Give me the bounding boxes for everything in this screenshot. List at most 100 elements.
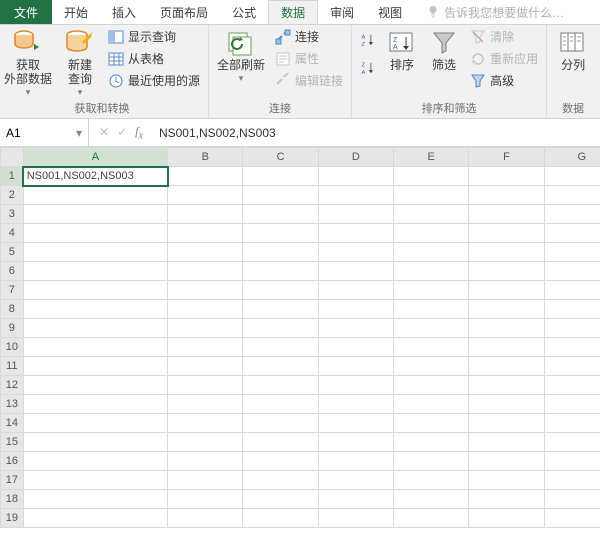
btn-sort-asc[interactable]: AZ [358, 27, 378, 53]
cell-E9[interactable] [394, 319, 469, 338]
cell-B10[interactable] [168, 338, 243, 357]
cell-C10[interactable] [243, 338, 318, 357]
row-header-4[interactable]: 4 [1, 224, 24, 243]
btn-advanced-filter[interactable]: 高级 [468, 71, 540, 90]
cell-A3[interactable] [23, 205, 167, 224]
cell-C7[interactable] [243, 281, 318, 300]
row-header-19[interactable]: 19 [1, 509, 24, 528]
name-box-input[interactable] [0, 126, 70, 140]
cell-A11[interactable] [23, 357, 167, 376]
tab-review[interactable]: 审阅 [318, 0, 366, 24]
cell-G9[interactable] [544, 319, 600, 338]
cell-D15[interactable] [318, 433, 393, 452]
cell-G3[interactable] [544, 205, 600, 224]
cell-F18[interactable] [469, 490, 544, 509]
cell-G7[interactable] [544, 281, 600, 300]
cell-E2[interactable] [394, 186, 469, 205]
cell-B18[interactable] [168, 490, 243, 509]
cell-C18[interactable] [243, 490, 318, 509]
row-header-14[interactable]: 14 [1, 414, 24, 433]
cell-A1[interactable]: NS001,NS002,NS003 [23, 167, 167, 186]
row-header-8[interactable]: 8 [1, 300, 24, 319]
cell-D7[interactable] [318, 281, 393, 300]
btn-properties[interactable]: 属性 [273, 49, 345, 68]
btn-clear-filter[interactable]: 清除 [468, 27, 540, 46]
cell-D3[interactable] [318, 205, 393, 224]
cell-G16[interactable] [544, 452, 600, 471]
tab-insert[interactable]: 插入 [100, 0, 148, 24]
cell-B5[interactable] [168, 243, 243, 262]
cell-G19[interactable] [544, 509, 600, 528]
cell-G10[interactable] [544, 338, 600, 357]
btn-filter[interactable]: 筛选 [426, 27, 462, 73]
cell-B19[interactable] [168, 509, 243, 528]
cell-D13[interactable] [318, 395, 393, 414]
cell-C1[interactable] [243, 167, 318, 186]
cell-F10[interactable] [469, 338, 544, 357]
cell-A16[interactable] [23, 452, 167, 471]
cell-A14[interactable] [23, 414, 167, 433]
cell-B7[interactable] [168, 281, 243, 300]
cell-E8[interactable] [394, 300, 469, 319]
cell-F15[interactable] [469, 433, 544, 452]
cell-B16[interactable] [168, 452, 243, 471]
cell-F6[interactable] [469, 262, 544, 281]
cell-F4[interactable] [469, 224, 544, 243]
btn-sort-desc[interactable]: ZA [358, 55, 378, 81]
cell-E11[interactable] [394, 357, 469, 376]
row-header-13[interactable]: 13 [1, 395, 24, 414]
row-header-17[interactable]: 17 [1, 471, 24, 490]
row-header-12[interactable]: 12 [1, 376, 24, 395]
name-box-dropdown[interactable]: ▾ [70, 126, 88, 140]
cell-C8[interactable] [243, 300, 318, 319]
cell-E12[interactable] [394, 376, 469, 395]
cell-B13[interactable] [168, 395, 243, 414]
tab-file[interactable]: 文件 [0, 0, 52, 24]
cell-F1[interactable] [469, 167, 544, 186]
cell-A13[interactable] [23, 395, 167, 414]
row-header-7[interactable]: 7 [1, 281, 24, 300]
cell-F12[interactable] [469, 376, 544, 395]
cell-G13[interactable] [544, 395, 600, 414]
cell-B17[interactable] [168, 471, 243, 490]
col-header-A[interactable]: A [23, 148, 167, 167]
btn-external-data[interactable]: 获取 外部数据 ▾ [2, 27, 54, 97]
tab-view[interactable]: 视图 [366, 0, 414, 24]
cell-G12[interactable] [544, 376, 600, 395]
tab-formulas[interactable]: 公式 [220, 0, 268, 24]
cell-C17[interactable] [243, 471, 318, 490]
cell-B2[interactable] [168, 186, 243, 205]
btn-text-to-columns[interactable]: 分列 [553, 27, 593, 73]
col-header-D[interactable]: D [318, 148, 393, 167]
btn-recent-sources[interactable]: 最近使用的源 [106, 71, 202, 90]
cell-F13[interactable] [469, 395, 544, 414]
cell-E1[interactable] [394, 167, 469, 186]
cell-G8[interactable] [544, 300, 600, 319]
row-header-3[interactable]: 3 [1, 205, 24, 224]
cell-A4[interactable] [23, 224, 167, 243]
row-header-9[interactable]: 9 [1, 319, 24, 338]
cell-D14[interactable] [318, 414, 393, 433]
btn-from-table[interactable]: 从表格 [106, 49, 202, 68]
cell-F9[interactable] [469, 319, 544, 338]
cell-G11[interactable] [544, 357, 600, 376]
cell-D16[interactable] [318, 452, 393, 471]
row-header-6[interactable]: 6 [1, 262, 24, 281]
cell-D19[interactable] [318, 509, 393, 528]
col-header-G[interactable]: G [544, 148, 600, 167]
cell-D10[interactable] [318, 338, 393, 357]
row-header-16[interactable]: 16 [1, 452, 24, 471]
tab-data[interactable]: 数据 [268, 0, 318, 24]
cell-B3[interactable] [168, 205, 243, 224]
cell-F16[interactable] [469, 452, 544, 471]
cell-A12[interactable] [23, 376, 167, 395]
cell-E7[interactable] [394, 281, 469, 300]
cell-F17[interactable] [469, 471, 544, 490]
tell-me-search[interactable]: 告诉我您想要做什么… [420, 0, 570, 24]
cell-C16[interactable] [243, 452, 318, 471]
cell-D12[interactable] [318, 376, 393, 395]
accept-formula-icon[interactable]: ✓ [117, 125, 127, 139]
cell-F2[interactable] [469, 186, 544, 205]
cell-C15[interactable] [243, 433, 318, 452]
cell-E4[interactable] [394, 224, 469, 243]
